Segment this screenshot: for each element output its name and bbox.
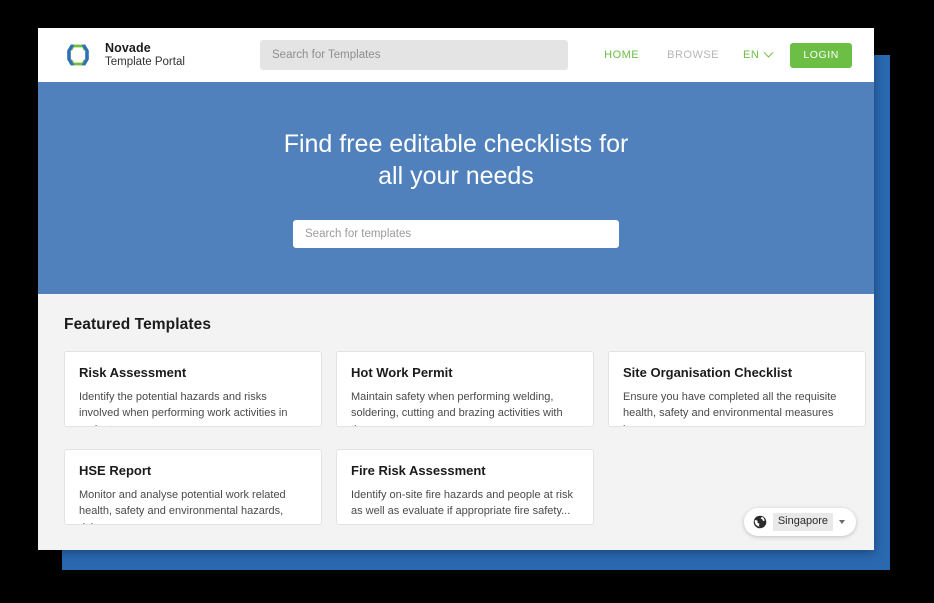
template-card-description: Monitor and analyse potential work relat… — [79, 488, 286, 524]
brand-logo-group[interactable]: Novade Template Portal — [62, 39, 242, 71]
template-card-description: Ensure you have completed all the requis… — [623, 390, 837, 426]
hero-search-input[interactable] — [293, 220, 619, 248]
hero-section: Find free editable checklists for all yo… — [38, 82, 874, 294]
template-card-title: Fire Risk Assessment — [351, 463, 486, 478]
novade-hexagon-logo-icon — [67, 44, 89, 66]
language-label: EN — [743, 49, 760, 61]
brand-text: Novade Template Portal — [105, 41, 185, 70]
brand-subtitle: Template Portal — [105, 56, 185, 69]
login-button[interactable]: LOGIN — [790, 42, 852, 68]
template-card-title: Risk Assessment — [79, 365, 187, 380]
screen-backdrop: Novade Template Portal HOME BROWSE EN LO… — [0, 0, 934, 603]
region-name-label: Singapore — [772, 513, 833, 531]
template-card[interactable]: Site Organisation Checklist Ensure you h… — [608, 351, 866, 427]
caret-down-icon — [839, 520, 845, 524]
template-card-title: HSE Report — [79, 463, 152, 478]
template-card-title: Site Organisation Checklist — [623, 365, 793, 380]
template-card-title: Hot Work Permit — [351, 365, 453, 380]
template-card[interactable]: Hot Work Permit Maintain safety when per… — [336, 351, 594, 427]
nav-item-home[interactable]: HOME — [590, 49, 653, 61]
template-card-description: Identify on-site fire hazards and people… — [351, 488, 573, 518]
template-card[interactable]: Risk Assessment Identify the potential h… — [64, 351, 322, 427]
featured-templates-heading: Featured Templates — [64, 316, 212, 333]
nav-item-browse[interactable]: BROWSE — [653, 49, 733, 61]
hero-title-line-1: Find free editable checklists for — [283, 130, 629, 158]
hero-title-line-2: all your needs — [378, 162, 534, 190]
hero-title: Find free editable checklists for all yo… — [284, 128, 629, 192]
language-selector[interactable]: EN — [733, 47, 784, 61]
template-card[interactable]: HSE Report Monitor and analyse potential… — [64, 449, 322, 525]
browser-window: Novade Template Portal HOME BROWSE EN LO… — [38, 28, 874, 550]
template-card-description: Identify the potential hazards and risks… — [79, 390, 288, 426]
main-nav: HOME BROWSE EN LOGIN — [590, 42, 874, 68]
featured-templates-section: Featured Templates Risk Assessment Ident… — [38, 294, 874, 550]
header-search-input[interactable] — [260, 40, 568, 70]
chevron-down-icon — [763, 47, 774, 58]
template-card-grid: Risk Assessment Identify the potential h… — [64, 351, 866, 525]
site-header: Novade Template Portal HOME BROWSE EN LO… — [38, 28, 874, 82]
template-card[interactable]: Fire Risk Assessment Identify on-site fi… — [336, 449, 594, 525]
region-selector[interactable]: Singapore — [743, 508, 856, 536]
brand-name: Novade — [105, 40, 151, 55]
template-card-description: Maintain safety when performing welding,… — [351, 390, 563, 426]
globe-icon — [753, 515, 767, 529]
